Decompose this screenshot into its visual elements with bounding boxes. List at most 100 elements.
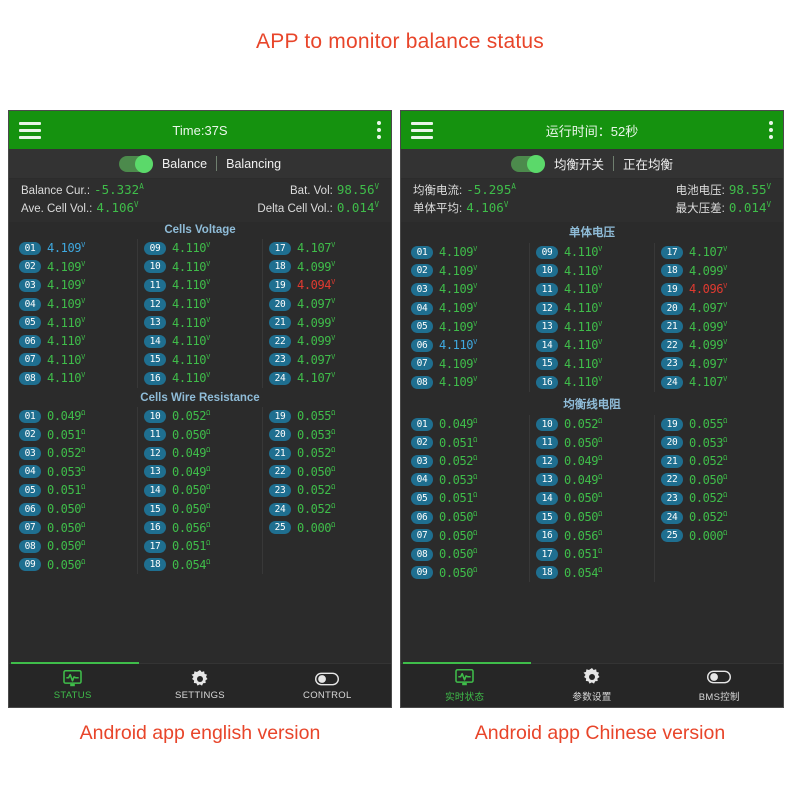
voltage-row[interactable]: 06 4.110V [405, 336, 529, 355]
resistance-row[interactable]: 10 0.052Ω [530, 415, 654, 434]
balance-switch[interactable] [510, 154, 545, 173]
voltage-row[interactable]: 02 4.109V [13, 258, 137, 277]
voltage-row[interactable]: 20 4.097V [655, 299, 779, 318]
balance-switch[interactable] [118, 154, 153, 173]
resistance-row[interactable]: 12 0.049Ω [138, 444, 262, 463]
resistance-row[interactable]: 02 0.051Ω [13, 425, 137, 444]
voltage-row[interactable]: 21 4.099V [263, 313, 387, 332]
resistance-row[interactable]: 21 0.052Ω [263, 444, 387, 463]
voltage-row[interactable]: 10 4.110V [138, 258, 262, 277]
resistance-row[interactable]: 17 0.051Ω [530, 545, 654, 564]
voltage-row[interactable]: 11 4.110V [530, 280, 654, 299]
voltage-row[interactable]: 01 4.109V [405, 243, 529, 262]
resistance-row[interactable]: 24 0.052Ω [263, 500, 387, 519]
resistance-row[interactable]: 04 0.053Ω [405, 471, 529, 490]
voltage-row[interactable]: 19 4.096V [655, 280, 779, 299]
kebab-menu-icon[interactable] [769, 121, 773, 139]
nav-item-toggle-switch[interactable]: CONTROL [264, 664, 391, 707]
nav-item-gear[interactable]: SETTINGS [136, 664, 263, 707]
voltage-row[interactable]: 16 4.110V [530, 373, 654, 392]
hamburger-icon[interactable] [19, 121, 41, 139]
voltage-row[interactable]: 05 4.109V [405, 317, 529, 336]
resistance-row[interactable]: 04 0.053Ω [13, 463, 137, 482]
resistance-row[interactable]: 12 0.049Ω [530, 452, 654, 471]
voltage-row[interactable]: 02 4.109V [405, 262, 529, 281]
voltage-row[interactable]: 11 4.110V [138, 276, 262, 295]
resistance-row[interactable]: 03 0.052Ω [13, 444, 137, 463]
resistance-row[interactable]: 23 0.052Ω [655, 489, 779, 508]
voltage-row[interactable]: 17 4.107V [655, 243, 779, 262]
resistance-row[interactable]: 20 0.053Ω [655, 433, 779, 452]
resistance-row[interactable]: 01 0.049Ω [13, 407, 137, 426]
voltage-row[interactable]: 07 4.110V [13, 351, 137, 370]
voltage-row[interactable]: 01 4.109V [13, 239, 137, 258]
voltage-row[interactable]: 09 4.110V [530, 243, 654, 262]
resistance-row[interactable]: 18 0.054Ω [530, 564, 654, 583]
resistance-row[interactable]: 14 0.050Ω [138, 481, 262, 500]
voltage-row[interactable]: 18 4.099V [655, 262, 779, 281]
resistance-row[interactable]: 25 0.000Ω [655, 526, 779, 545]
voltage-row[interactable]: 16 4.110V [138, 369, 262, 388]
voltage-row[interactable]: 13 4.110V [530, 317, 654, 336]
resistance-row[interactable]: 17 0.051Ω [138, 537, 262, 556]
resistance-row[interactable]: 01 0.049Ω [405, 415, 529, 434]
resistance-row[interactable]: 05 0.051Ω [13, 481, 137, 500]
voltage-row[interactable]: 08 4.109V [405, 373, 529, 392]
voltage-row[interactable]: 14 4.110V [530, 336, 654, 355]
voltage-row[interactable]: 24 4.107V [655, 373, 779, 392]
resistance-row[interactable]: 15 0.050Ω [138, 500, 262, 519]
voltage-row[interactable]: 19 4.094V [263, 276, 387, 295]
voltage-row[interactable]: 12 4.110V [530, 299, 654, 318]
voltage-row[interactable]: 20 4.097V [263, 295, 387, 314]
resistance-row[interactable]: 07 0.050Ω [405, 526, 529, 545]
voltage-row[interactable]: 12 4.110V [138, 295, 262, 314]
resistance-row[interactable]: 07 0.050Ω [13, 518, 137, 537]
resistance-row[interactable]: 08 0.050Ω [13, 537, 137, 556]
voltage-row[interactable]: 23 4.097V [263, 351, 387, 370]
voltage-row[interactable]: 22 4.099V [263, 332, 387, 351]
nav-item-gear[interactable]: 参数设置 [528, 664, 655, 707]
resistance-row[interactable]: 09 0.050Ω [405, 564, 529, 583]
resistance-row[interactable]: 02 0.051Ω [405, 433, 529, 452]
resistance-row[interactable]: 20 0.053Ω [263, 425, 387, 444]
resistance-row[interactable]: 10 0.052Ω [138, 407, 262, 426]
voltage-row[interactable]: 22 4.099V [655, 336, 779, 355]
voltage-row[interactable]: 23 4.097V [655, 355, 779, 374]
nav-item-toggle-switch[interactable]: BMS控制 [656, 664, 783, 707]
voltage-row[interactable]: 21 4.099V [655, 317, 779, 336]
voltage-row[interactable]: 13 4.110V [138, 313, 262, 332]
voltage-row[interactable]: 03 4.109V [405, 280, 529, 299]
voltage-row[interactable]: 15 4.110V [530, 355, 654, 374]
voltage-row[interactable]: 08 4.110V [13, 369, 137, 388]
voltage-row[interactable]: 07 4.109V [405, 355, 529, 374]
hamburger-icon[interactable] [411, 121, 433, 139]
resistance-row[interactable]: 25 0.000Ω [263, 518, 387, 537]
nav-item-monitor-pulse[interactable]: STATUS [9, 664, 136, 707]
resistance-row[interactable]: 13 0.049Ω [530, 471, 654, 490]
resistance-row[interactable]: 06 0.050Ω [405, 508, 529, 527]
voltage-row[interactable]: 04 4.109V [405, 299, 529, 318]
voltage-row[interactable]: 06 4.110V [13, 332, 137, 351]
resistance-row[interactable]: 13 0.049Ω [138, 463, 262, 482]
nav-item-monitor-pulse[interactable]: 实时状态 [401, 664, 528, 707]
resistance-row[interactable]: 24 0.052Ω [655, 508, 779, 527]
resistance-row[interactable]: 03 0.052Ω [405, 452, 529, 471]
resistance-row[interactable]: 19 0.055Ω [263, 407, 387, 426]
resistance-row[interactable]: 15 0.050Ω [530, 508, 654, 527]
resistance-row[interactable]: 08 0.050Ω [405, 545, 529, 564]
resistance-row[interactable]: 21 0.052Ω [655, 452, 779, 471]
resistance-row[interactable]: 18 0.054Ω [138, 556, 262, 575]
voltage-row[interactable]: 04 4.109V [13, 295, 137, 314]
voltage-row[interactable]: 18 4.099V [263, 258, 387, 277]
voltage-row[interactable]: 09 4.110V [138, 239, 262, 258]
voltage-row[interactable]: 05 4.110V [13, 313, 137, 332]
resistance-row[interactable]: 14 0.050Ω [530, 489, 654, 508]
voltage-row[interactable]: 14 4.110V [138, 332, 262, 351]
resistance-row[interactable]: 09 0.050Ω [13, 556, 137, 575]
resistance-row[interactable]: 11 0.050Ω [530, 433, 654, 452]
voltage-row[interactable]: 10 4.110V [530, 262, 654, 281]
kebab-menu-icon[interactable] [377, 121, 381, 139]
resistance-row[interactable]: 06 0.050Ω [13, 500, 137, 519]
resistance-row[interactable]: 11 0.050Ω [138, 425, 262, 444]
resistance-row[interactable]: 19 0.055Ω [655, 415, 779, 434]
